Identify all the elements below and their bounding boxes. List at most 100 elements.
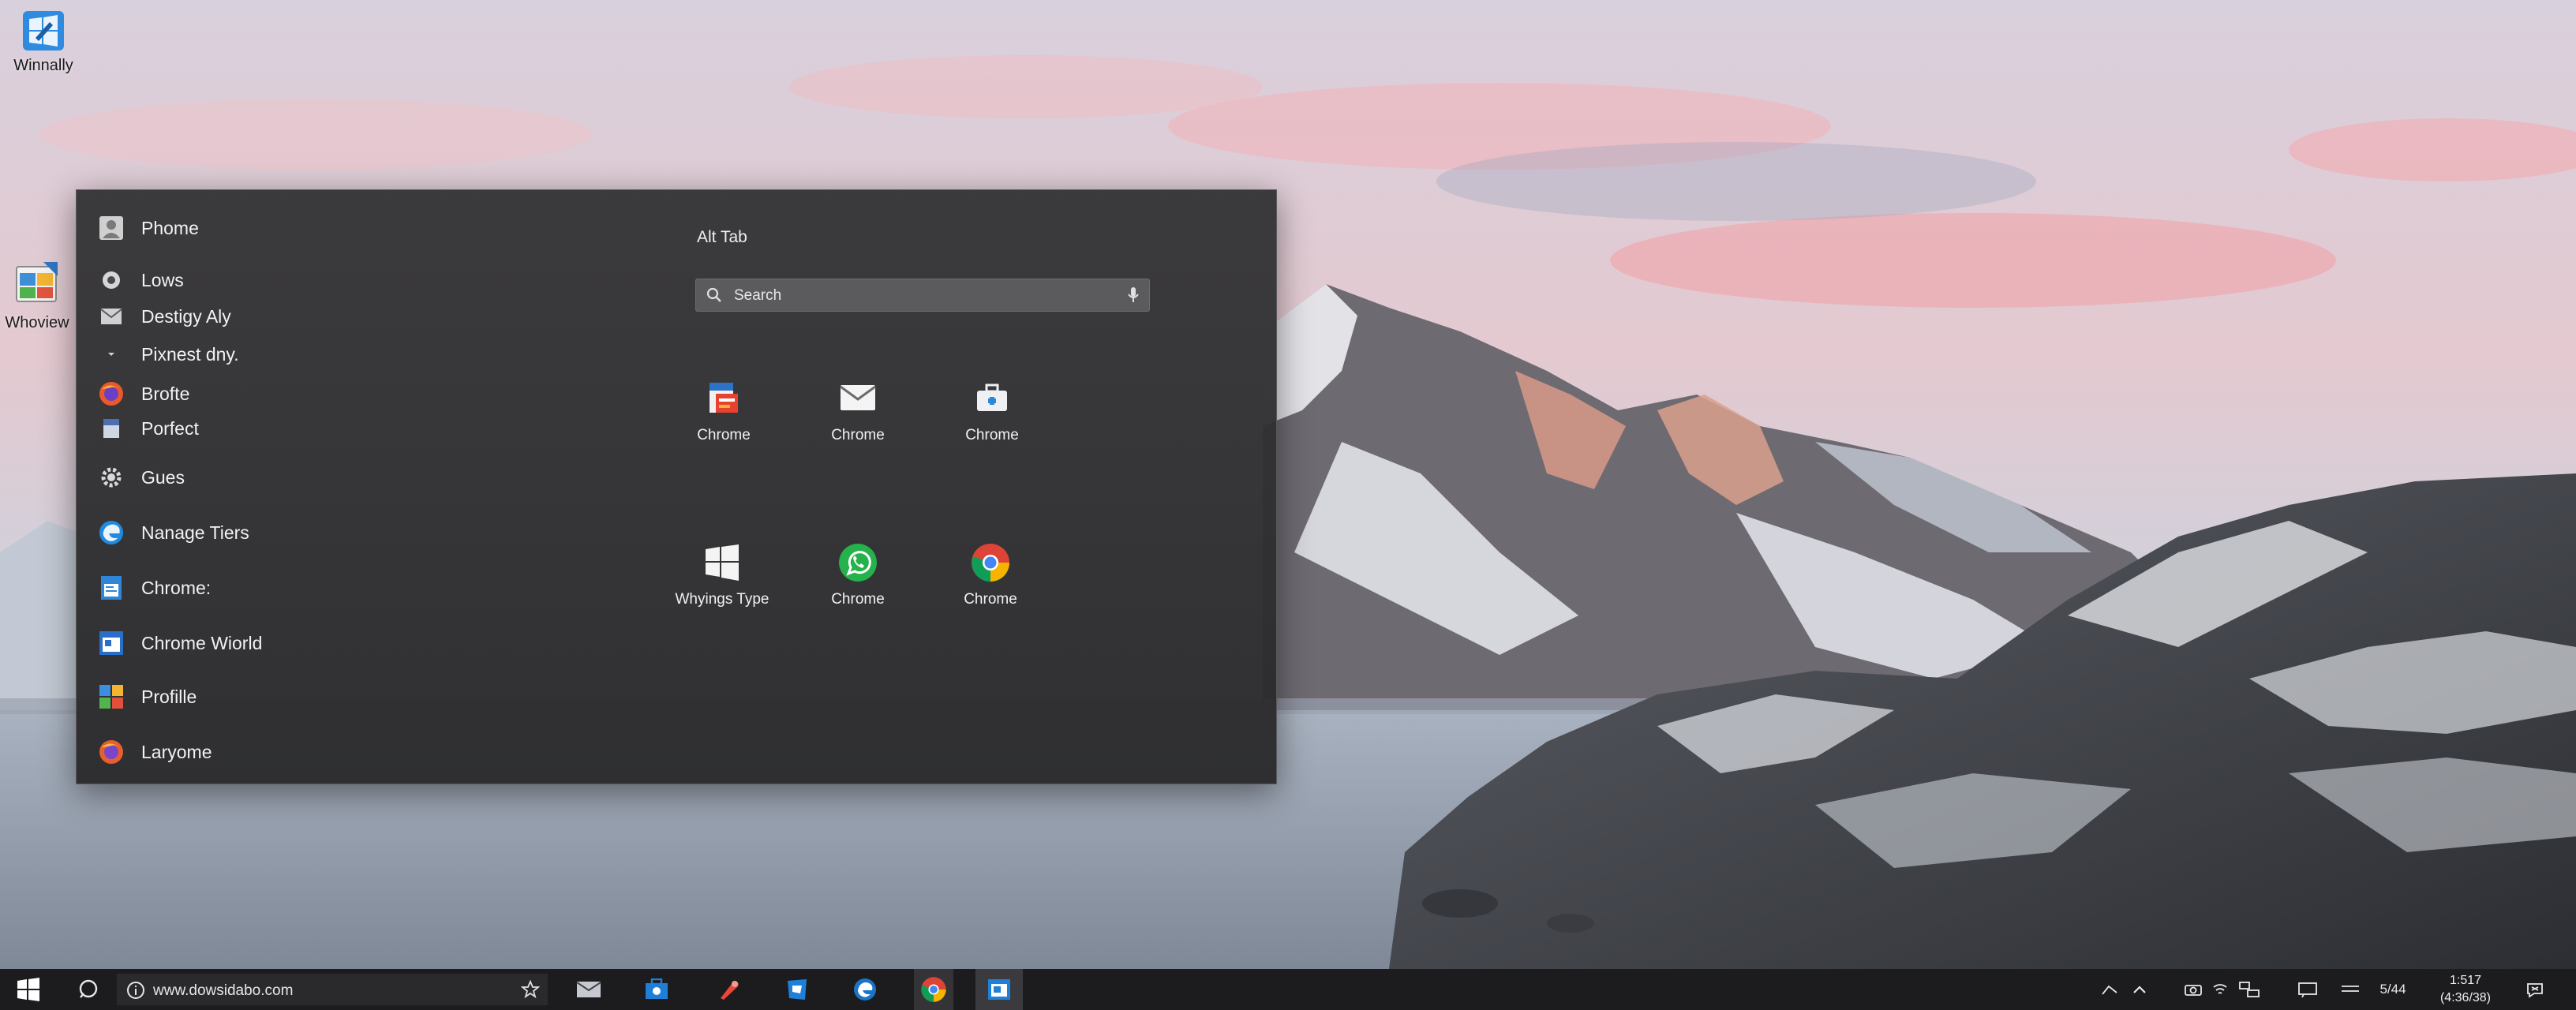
app-tile[interactable]: Whyings Type [675,541,769,608]
app-tile[interactable]: Chrome [943,541,1038,608]
microphone-icon[interactable] [1125,286,1141,309]
start-item-lows[interactable]: Lows [99,263,184,297]
start-item-nanage-tiers[interactable]: Nanage Tiers [99,515,249,550]
window-icon [99,630,124,656]
desktop-icon-label: Winnally [13,57,73,74]
window-app-icon [988,979,1010,1000]
desktop-icon-whoview[interactable]: Whoview [0,260,80,332]
app-tile-label: Chrome [831,591,885,608]
start-item-label: Laryome [141,741,212,762]
app-tile-label: Whyings Type [675,591,769,608]
clock[interactable]: 1:517 (4:36/38) [2428,972,2503,1007]
windows-logo-icon [700,541,744,585]
clock-time: 1:517 [2449,974,2482,987]
start-item-phome[interactable]: Phome [99,211,199,245]
search-placeholder: Search [734,287,782,304]
wifi-icon[interactable] [2208,969,2232,1010]
taskbar-app-edge[interactable] [846,969,884,1010]
clock-date: (4:36/38) [2439,991,2492,1004]
app-tile-label: Chrome [965,427,1019,443]
edge-icon [99,520,124,545]
tray-pen-icon[interactable] [2096,969,2123,1010]
camera-icon[interactable] [2180,969,2207,1010]
search-input[interactable]: Search [695,279,1150,312]
desktop-icon-label: Whoview [5,314,69,331]
start-item-label: Lows [141,269,184,290]
toolbox-icon [970,376,1014,421]
app-tile-label: Chrome [964,591,1017,608]
notification-icon[interactable] [2519,969,2551,1010]
mail-icon [99,304,124,329]
taskbar-app-files[interactable] [778,969,816,1010]
start-item-chrome-world[interactable]: Chrome Wiorld [99,626,262,660]
firefox-icon [99,739,124,765]
mail-app-icon [576,982,601,997]
start-item-label: Porfect [141,417,199,439]
address-bar[interactable]: www.dowsidabo.com [117,974,548,1005]
whoview-app-icon [16,262,58,302]
start-menu-panel: Phome Lows Destigy Aly Pixnest dny. Brof [76,189,1277,784]
search-icon [706,286,723,308]
files-icon [788,979,807,1000]
alt-tab-title: Alt Tab [697,228,747,246]
app-tile-label: Chrome [697,427,751,443]
mail-icon [836,376,880,421]
taskbar-app-window[interactable] [975,969,1023,1010]
edge-icon [854,978,876,1001]
file-icon [99,575,124,600]
app-tile-label: Chrome [831,427,885,443]
start-item-laryome[interactable]: Laryome [99,735,212,769]
start-item-pixnest[interactable]: Pixnest dny. [99,337,239,372]
start-item-label: Destigy Aly [141,305,231,327]
start-item-label: Profille [141,686,197,707]
info-icon [126,981,145,1004]
chevron-down-icon [99,342,124,367]
chat-bubble-icon [79,979,98,998]
desktop-icon-winnally[interactable]: Winnally [0,8,87,75]
gear-icon [99,465,124,490]
chrome-icon [968,541,1013,585]
start-item-label: Pixnest dny. [141,343,239,365]
whatsapp-icon [836,541,880,585]
taskbar-app-chrome[interactable] [914,969,953,1010]
start-item-profille[interactable]: Profille [99,679,197,714]
paint-icon [721,981,739,1000]
start-item-label: Brofte [141,383,190,404]
app-tile[interactable]: Chrome [811,541,905,608]
taskbar: www.dowsidabo.com 5/44 1:517 (4:36/38) [0,969,2576,1010]
start-item-label: Nanage Tiers [141,522,249,543]
start-item-gues[interactable]: Gues [99,460,185,495]
cortana-button[interactable] [68,969,107,1010]
address-text: www.dowsidabo.com [153,982,294,999]
files-app-icon [702,376,746,421]
action-center-icon[interactable] [2293,969,2322,1010]
network-icon[interactable] [2233,969,2265,1010]
bookmark-icon[interactable] [520,979,541,1003]
person-icon [99,215,124,241]
app-tile[interactable]: Chrome [945,376,1039,444]
winnally-app-icon [23,11,64,50]
start-item-label: Phome [141,217,199,238]
start-item-destigy-aly[interactable]: Destigy Aly [99,299,231,334]
app-tile[interactable]: Chrome [811,376,905,444]
taskbar-app-paint[interactable] [710,969,748,1010]
start-menu-list: Phome Lows Destigy Aly Pixnest dny. Brof [77,190,629,784]
taskbar-app-mail[interactable] [570,969,608,1010]
app-tile[interactable]: Chrome [676,376,771,444]
chevron-up-icon[interactable] [2126,969,2153,1010]
start-item-brofte[interactable]: Brofte [99,376,189,411]
firefox-icon [99,381,124,406]
start-button[interactable] [0,969,57,1010]
windows-logo-icon [17,978,39,1001]
circle-icon [99,267,124,293]
grid-icon [99,684,124,709]
start-item-label: Chrome Wiorld [141,632,263,653]
chrome-icon [921,977,946,1002]
start-item-chrome[interactable]: Chrome: [99,570,211,605]
start-item-porfect[interactable]: Porfect [99,411,199,446]
taskbar-app-store[interactable] [638,969,676,1010]
keyboard-icon[interactable] [2336,969,2364,1010]
start-item-label: Chrome: [141,577,212,598]
doc-icon [99,416,124,441]
tray-status-text[interactable]: 5/44 [2374,969,2412,1010]
